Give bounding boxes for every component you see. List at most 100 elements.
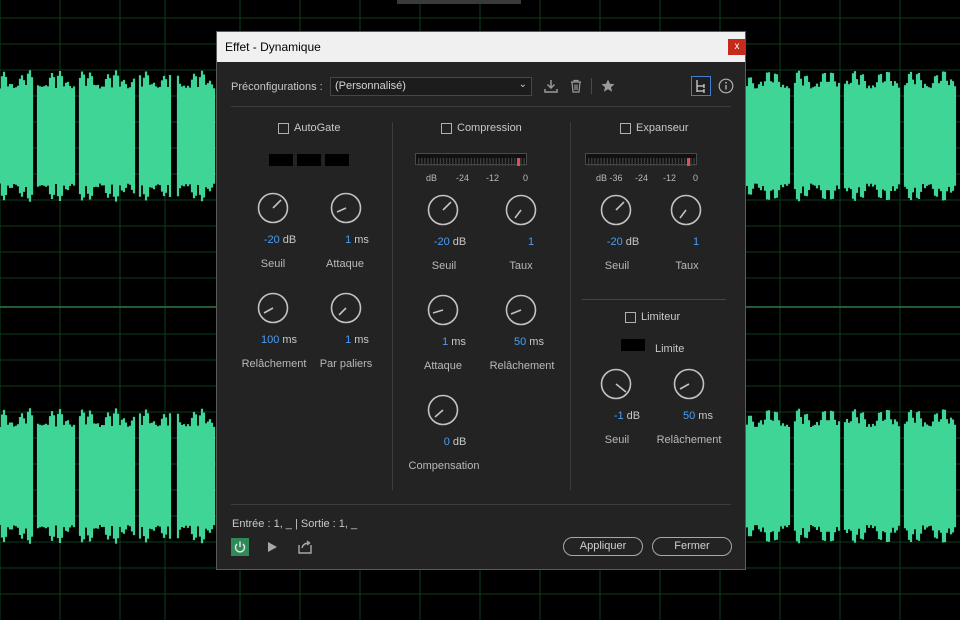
meter-scale-label: -12 [486, 173, 500, 183]
section-divider [570, 122, 571, 490]
dynamics-effect-dialog: Effet - Dynamique x Préconfigurations : … [216, 31, 746, 570]
expander-checkbox[interactable] [620, 123, 631, 134]
chevron-down-icon: ⌄ [518, 79, 527, 90]
info-icon[interactable] [718, 78, 734, 94]
meter-segment [455, 158, 457, 166]
waveform-segment-left [176, 70, 216, 202]
compression-attack-label: Attaque [424, 360, 462, 372]
trash-icon[interactable] [568, 78, 584, 94]
limiter-release-value[interactable]: 50 ms [683, 410, 713, 422]
meter-segment [461, 158, 463, 166]
routing-icon[interactable] [691, 76, 711, 96]
autogate-threshold-knob[interactable] [257, 192, 289, 224]
waveform-segment-right [793, 408, 841, 544]
meter-segment [643, 158, 646, 166]
meter-segment [631, 158, 633, 166]
limiter-release-knob[interactable] [673, 368, 705, 400]
play-icon[interactable] [265, 540, 279, 554]
meter-peak-marker [517, 158, 520, 166]
autogate-checkbox[interactable] [278, 123, 289, 134]
meter-scale-label: -24 [456, 173, 470, 183]
expander-threshold-knob[interactable] [600, 194, 632, 226]
compression-makeup-knob[interactable] [427, 394, 459, 426]
gate-indicator [325, 154, 349, 166]
meter-segment [677, 158, 680, 166]
waveform-segment-right [36, 409, 76, 543]
compression-ratio-knob[interactable] [505, 194, 537, 226]
meter-segment [603, 158, 605, 166]
meter-segment [625, 158, 627, 166]
autogate-release-label: Relâchement [241, 358, 307, 370]
presets-dropdown[interactable]: (Personnalisé) ⌄ [330, 77, 532, 96]
compression-attack-knob[interactable] [427, 294, 459, 326]
autogate-release-knob[interactable] [257, 292, 289, 324]
compression-ratio-value[interactable]: 1 [528, 236, 534, 248]
star-icon[interactable] [600, 78, 616, 94]
title-bar[interactable]: Effet - Dynamique x [217, 32, 746, 62]
close-button[interactable]: x [728, 39, 746, 55]
expander-title: Expanseur [636, 122, 689, 134]
compression-threshold-knob[interactable] [427, 194, 459, 226]
header-divider [231, 106, 731, 107]
meter-segment [467, 158, 469, 166]
meter-segment [646, 158, 649, 166]
meter-ticks [418, 158, 525, 166]
meter-segment [424, 158, 426, 166]
waveform-segment-left [743, 72, 791, 200]
meter-segment [511, 158, 513, 166]
meter-segment [594, 158, 596, 166]
waveform-segment-right [743, 410, 791, 542]
autogate-release-value[interactable]: 100 ms [261, 334, 297, 346]
autogate-attack-knob[interactable] [330, 192, 362, 224]
autogate-attack-value[interactable]: 1 ms [345, 234, 369, 246]
limiter-threshold-label: Seuil [604, 434, 630, 446]
meter-segment [597, 158, 599, 166]
gate-indicator [297, 154, 321, 166]
limiter-release-label: Relâchement [656, 434, 722, 446]
limiter-checkbox[interactable] [625, 312, 636, 323]
meter-segment [520, 158, 522, 166]
close-dialog-button[interactable]: Fermer [652, 537, 732, 556]
compression-release-value[interactable]: 50 ms [514, 336, 544, 348]
meter-segment [507, 158, 510, 166]
waveform-segment-right [0, 408, 34, 544]
limiter-threshold-value[interactable]: -1 dB [614, 410, 640, 422]
autogate-threshold-value[interactable]: -20 dB [264, 234, 296, 246]
meter-segment [458, 158, 460, 166]
gate-indicator [269, 154, 293, 166]
export-icon[interactable] [297, 539, 313, 555]
meter-segment [674, 158, 677, 166]
limiter-threshold-knob[interactable] [600, 368, 632, 400]
meter-scale-label: 0 [523, 173, 529, 183]
meter-segment [668, 158, 670, 166]
compression-ratio-label: Taux [509, 260, 533, 272]
apply-button[interactable]: Appliquer [563, 537, 643, 556]
expander-threshold-value[interactable]: -20 dB [607, 236, 639, 248]
meter-scale-label: -12 [663, 173, 677, 183]
compression-release-knob[interactable] [505, 294, 537, 326]
section-divider [392, 122, 393, 490]
compression-makeup-value[interactable]: 0 dB [444, 436, 467, 448]
compression-threshold-value[interactable]: -20 dB [434, 236, 466, 248]
waveform-segment-right [843, 409, 901, 543]
compression-release-label: Relâchement [489, 360, 555, 372]
waveform-segment-left [793, 70, 841, 202]
toolbar-divider [591, 78, 592, 94]
compression-checkbox[interactable] [441, 123, 452, 134]
expander-ratio-value[interactable]: 1 [693, 236, 699, 248]
meter-scale-label: -24 [635, 173, 649, 183]
io-channels-text: Entrée : 1, _ | Sortie : 1, _ [232, 518, 358, 530]
power-icon[interactable] [231, 538, 249, 556]
expander-ratio-knob[interactable] [670, 194, 702, 226]
meter-segment [421, 158, 423, 166]
meter-segment [449, 158, 451, 166]
meter-segment [430, 158, 432, 166]
meter-segment [427, 158, 429, 166]
autogate-steps-knob[interactable] [330, 292, 362, 324]
compression-attack-value[interactable]: 1 ms [442, 336, 466, 348]
meter-scale-label: dB -36 [596, 173, 623, 183]
waveform-segment-left [36, 71, 76, 201]
meter-scale-label: dB [426, 173, 438, 183]
autogate-steps-value[interactable]: 1 ms [345, 334, 369, 346]
download-icon[interactable] [543, 78, 559, 94]
